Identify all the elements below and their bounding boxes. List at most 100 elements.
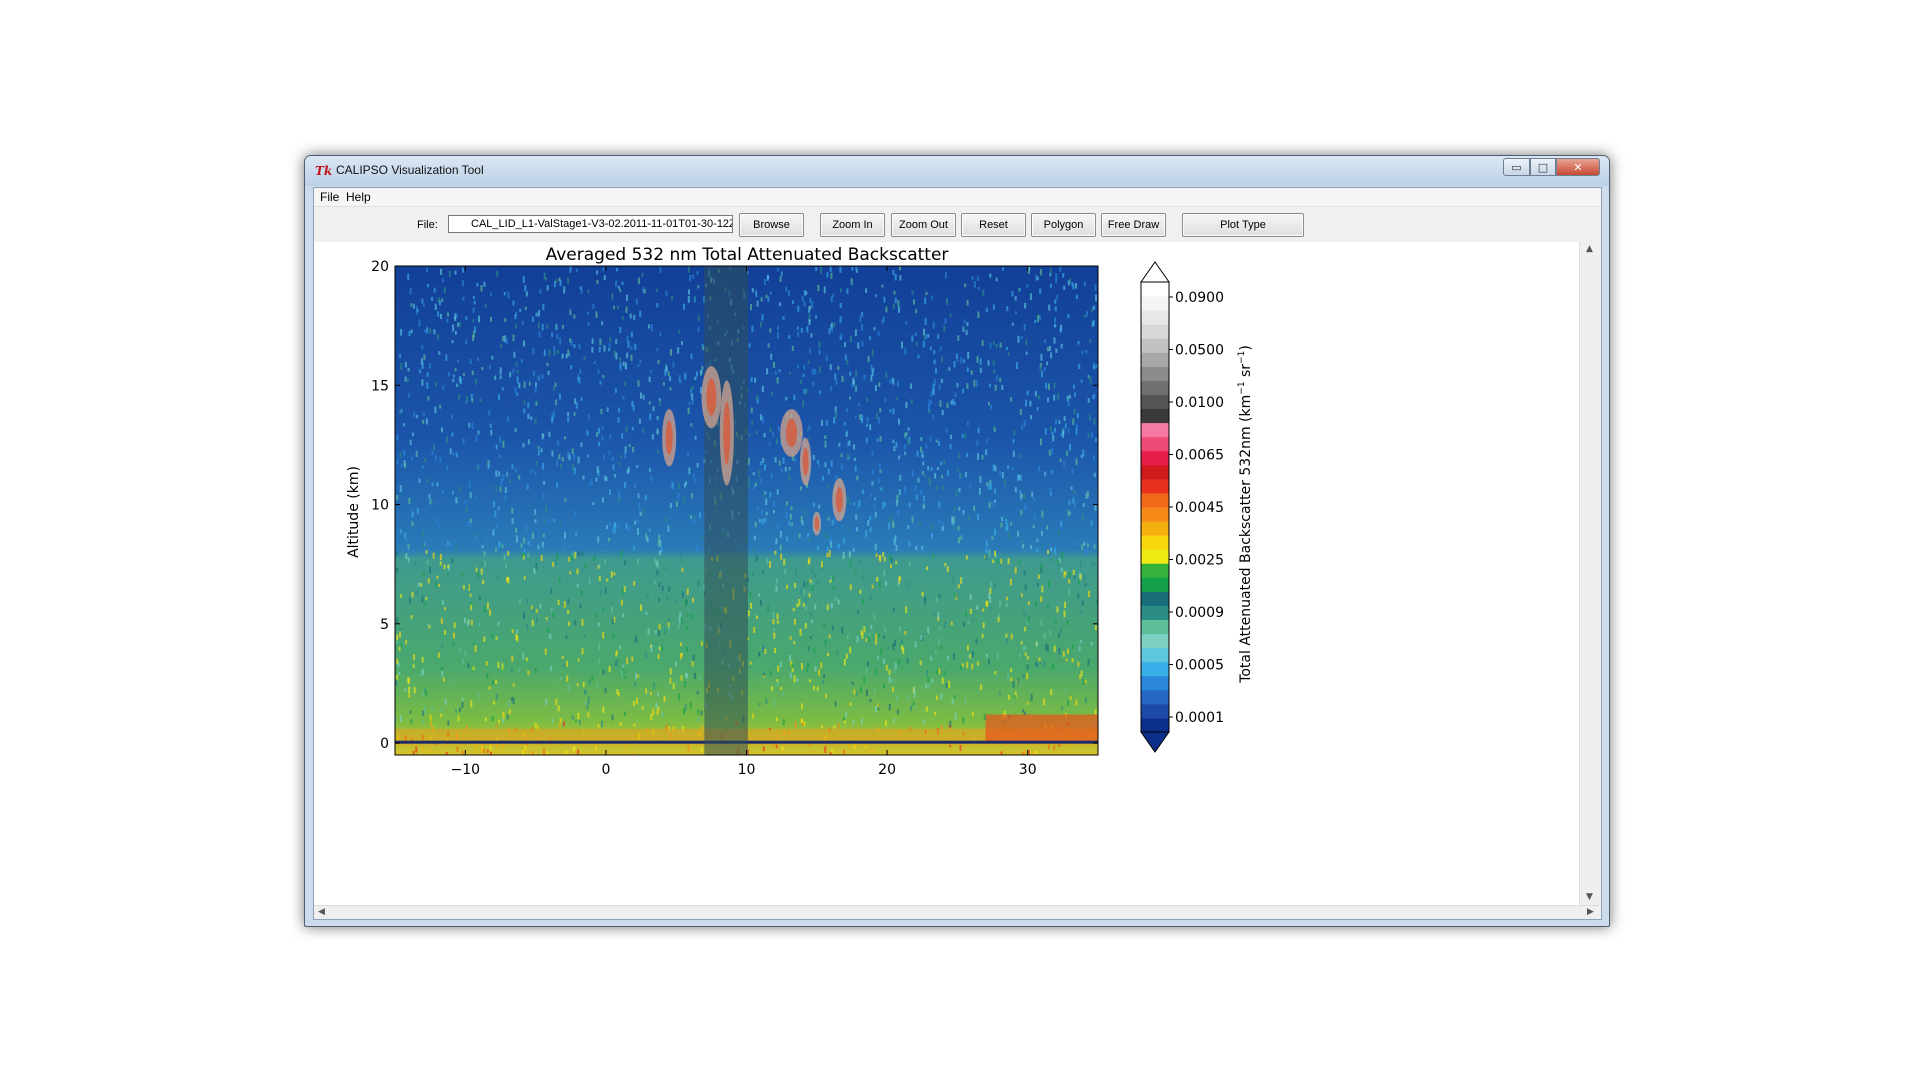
heatmap-cell	[829, 266, 832, 272]
reset-button[interactable]: Reset	[961, 213, 1026, 237]
heatmap-cell	[946, 566, 949, 573]
heatmap-cell	[531, 316, 534, 323]
heatmap-cell	[1037, 395, 1040, 400]
heatmap-cell	[1020, 641, 1023, 645]
heatmap-cell	[865, 437, 868, 444]
heatmap-cell	[459, 707, 461, 712]
heatmap-cell	[650, 475, 653, 482]
heatmap-cell	[873, 503, 876, 509]
heatmap-cell	[883, 557, 886, 562]
browse-button[interactable]: Browse	[739, 213, 804, 237]
heatmap-cell	[700, 370, 702, 376]
heatmap-cell	[687, 451, 690, 457]
heatmap-cell	[867, 355, 870, 363]
heatmap-cell	[637, 277, 640, 285]
file-path-field[interactable]: CAL_LID_L1-ValStage1-V3-02.2011-11-01T01…	[448, 215, 733, 233]
heatmap-cell	[1078, 363, 1081, 370]
heatmap-cell	[601, 497, 604, 503]
heatmap-cell	[970, 370, 973, 375]
colorbar-bottom-extend	[1140, 731, 1170, 753]
heatmap-cell	[977, 427, 980, 434]
heatmap-cell	[851, 383, 854, 388]
heatmap-cell	[802, 373, 805, 378]
heatmap-cell	[937, 612, 940, 620]
heatmap-cell	[942, 522, 945, 526]
heatmap-cell	[959, 744, 962, 752]
heatmap-cell	[1023, 493, 1026, 500]
heatmap-cell	[877, 633, 880, 638]
heatmap-cell	[541, 323, 544, 331]
heatmap-cell	[769, 492, 772, 498]
heatmap-cell	[753, 547, 756, 554]
heatmap-cell	[898, 455, 901, 460]
colorbar-swatch	[1141, 422, 1169, 438]
heatmap-cell	[543, 518, 546, 524]
heatmap-cell	[895, 544, 898, 551]
heatmap-cell	[874, 511, 877, 518]
heatmap-cell	[486, 749, 489, 753]
heatmap-cell	[661, 645, 664, 652]
heatmap-cell	[512, 334, 515, 342]
heatmap-cell	[875, 553, 878, 558]
heatmap-cell	[854, 415, 857, 419]
plot-canvas[interactable]: Averaged 532 nm Total Attenuated Backsca…	[314, 242, 1579, 905]
heatmap-cell	[613, 350, 616, 358]
heatmap-cell	[827, 517, 830, 521]
plot-title: Averaged 532 nm Total Attenuated Backsca…	[546, 245, 949, 265]
heatmap-cell	[396, 458, 399, 464]
heatmap-cell	[994, 499, 996, 503]
horizontal-scrollbar[interactable]: ◀ ▶	[314, 905, 1599, 919]
heatmap-cell	[812, 381, 815, 387]
heatmap-cell	[983, 714, 986, 720]
heatmap-cell	[920, 634, 923, 640]
heatmap-cell	[1036, 582, 1039, 587]
heatmap-cell	[1051, 431, 1054, 436]
heatmap-cell	[799, 486, 802, 491]
heatmap-cell	[440, 268, 442, 275]
heatmap-cell	[408, 330, 411, 337]
scroll-down-arrow-icon[interactable]: ▼	[1584, 892, 1595, 903]
close-button[interactable]: ✕	[1556, 158, 1600, 176]
heatmap-cell	[776, 620, 779, 624]
vertical-scrollbar[interactable]: ▲ ▼	[1579, 242, 1600, 905]
zoom-out-button[interactable]: Zoom Out	[891, 213, 956, 237]
heatmap-cell	[587, 696, 590, 704]
minimize-button[interactable]: ▭	[1503, 158, 1530, 176]
heatmap-cell	[414, 561, 416, 566]
plot-type-button[interactable]: Plot Type	[1182, 213, 1304, 237]
heatmap-cell	[807, 532, 810, 537]
heatmap-cell	[694, 376, 697, 381]
heatmap-cell	[576, 683, 579, 687]
maximize-button[interactable]: □	[1530, 158, 1556, 176]
heatmap-cell	[657, 449, 660, 454]
heatmap-cell	[396, 495, 399, 500]
heatmap-cell	[492, 500, 495, 507]
title-bar[interactable]: Tk CALIPSO Visualization Tool ▭ □ ✕	[305, 156, 1609, 186]
heatmap-cell	[770, 686, 773, 691]
heatmap-cell	[1068, 394, 1071, 399]
heatmap-cell	[581, 619, 584, 626]
scroll-up-arrow-icon[interactable]: ▲	[1584, 244, 1595, 255]
heatmap-cell	[1020, 336, 1023, 340]
polygon-button[interactable]: Polygon	[1031, 213, 1096, 237]
heatmap-cell	[973, 281, 976, 288]
free-draw-button[interactable]: Free Draw	[1101, 213, 1166, 237]
zoom-in-button[interactable]: Zoom In	[820, 213, 885, 237]
heatmap-cell	[567, 598, 570, 604]
heatmap-cell	[468, 422, 471, 428]
heatmap-cell	[927, 404, 930, 412]
heatmap-cell	[404, 688, 407, 693]
scroll-right-arrow-icon[interactable]: ▶	[1585, 907, 1596, 918]
heatmap-cell	[1024, 645, 1027, 650]
heatmap-cell	[491, 715, 494, 722]
heatmap-cell	[498, 394, 500, 400]
menu-file[interactable]: File	[320, 190, 339, 204]
heatmap-cell	[1018, 287, 1020, 293]
heatmap-cell	[565, 635, 568, 640]
menu-help[interactable]: Help	[346, 190, 371, 204]
heatmap-cell	[574, 511, 577, 518]
backscatter-plot[interactable]: Averaged 532 nm Total Attenuated Backsca…	[314, 242, 1579, 905]
heatmap-cell	[932, 383, 935, 391]
scroll-left-arrow-icon[interactable]: ◀	[316, 907, 327, 918]
heatmap-cell	[1049, 426, 1052, 432]
